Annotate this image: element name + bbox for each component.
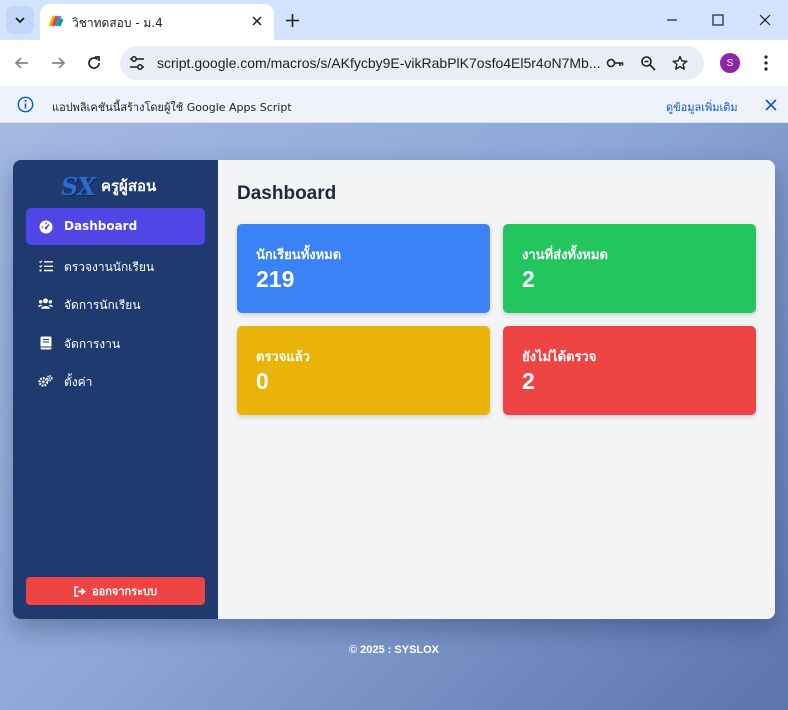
stat-card-label: งานที่ส่งทั้งหมด: [522, 248, 608, 263]
app-container: SX ครูผู้สอน Dashboard ตรวจงานนักเรียน จ…: [13, 160, 775, 619]
sidebar-item-dashboard[interactable]: Dashboard: [26, 208, 205, 245]
checklist-icon: [38, 258, 53, 273]
star-icon[interactable]: [671, 54, 689, 72]
stat-card-total-submitted: งานที่ส่งทั้งหมด 2: [503, 224, 756, 313]
browser-toolbar: script.google.com/macros/s/AKfycby9E-vik…: [0, 40, 788, 86]
stat-card-label: ตรวจแล้ว: [256, 350, 310, 365]
stat-card-total-students: นักเรียนทั้งหมด 219: [237, 224, 490, 313]
sidebar-item-manage-work[interactable]: จัดการงาน: [26, 324, 205, 361]
reload-icon[interactable]: [83, 52, 105, 74]
back-icon[interactable]: [11, 52, 33, 74]
brand-logo: SX: [61, 171, 96, 201]
close-window-icon[interactable]: [753, 8, 777, 32]
sidebar-item-label: จัดการงาน: [64, 337, 121, 351]
stat-card-unchecked: ยังไม่ได้ตรวจ 2: [503, 326, 756, 415]
brand: SX ครูผู้สอน: [61, 171, 157, 201]
page-title: Dashboard: [237, 183, 337, 204]
sidebar-item-settings[interactable]: ตั้งค่า: [26, 362, 205, 399]
page-background: SX ครูผู้สอน Dashboard ตรวจงานนักเรียน จ…: [0, 123, 788, 710]
maximize-icon[interactable]: [706, 8, 730, 32]
sidebar-item-manage-students[interactable]: จัดการนักเรียน: [26, 285, 205, 322]
stat-card-checked: ตรวจแล้ว 0: [237, 326, 490, 415]
plus-icon[interactable]: [282, 10, 302, 30]
profile-avatar[interactable]: S: [720, 53, 740, 73]
tab-search-icon[interactable]: [6, 6, 34, 34]
brand-title: ครูผู้สอน: [100, 177, 157, 195]
gears-icon: [38, 373, 53, 388]
logout-button[interactable]: ออกจากระบบ: [26, 577, 205, 605]
stat-card-value: 219: [256, 266, 295, 292]
stat-card-label: ยังไม่ได้ตรวจ: [522, 350, 597, 365]
menu-dots-icon[interactable]: [756, 52, 776, 74]
info-icon: [17, 96, 34, 113]
main-content: Dashboard นักเรียนทั้งหมด 219 งานที่ส่งท…: [218, 160, 775, 619]
apps-script-favicon-icon: [48, 15, 64, 27]
stat-card-value: 0: [256, 368, 269, 394]
learn-more-link[interactable]: ดูข้อมูลเพิ่มเติม: [666, 98, 738, 116]
stat-card-value: 2: [522, 266, 535, 292]
stat-card-value: 2: [522, 368, 535, 394]
browser-tabstrip: วิชาทดสอบ - ม.4: [0, 0, 788, 40]
sidebar-item-check-work[interactable]: ตรวจงานนักเรียน: [26, 247, 205, 284]
gauge-icon: [38, 219, 53, 234]
tab-title: วิชาทดสอบ - ม.4: [72, 16, 163, 30]
url-text: script.google.com/macros/s/AKfycby9E-vik…: [157, 55, 601, 71]
logout-label: ออกจากระบบ: [92, 585, 157, 598]
sidebar-item-label: จัดการนักเรียน: [64, 298, 141, 312]
sidebar-item-label: ตั้งค่า: [64, 375, 93, 389]
forward-icon[interactable]: [47, 52, 69, 74]
logout-icon: [74, 585, 86, 597]
users-icon: [38, 296, 53, 311]
sidebar-item-label: ตรวจงานนักเรียน: [64, 260, 155, 274]
tune-icon[interactable]: [128, 54, 146, 72]
info-bar: แอปพลิเคชันนี้สร้างโดยผู้ใช้ Google Apps…: [0, 86, 788, 123]
info-message: แอปพลิเคชันนี้สร้างโดยผู้ใช้ Google Apps…: [52, 101, 292, 114]
book-icon: [38, 335, 53, 350]
minimize-icon[interactable]: [660, 8, 684, 32]
key-icon[interactable]: [606, 54, 624, 72]
zoom-icon[interactable]: [639, 54, 657, 72]
stat-card-label: นักเรียนทั้งหมด: [256, 248, 342, 263]
sidebar: SX ครูผู้สอน Dashboard ตรวจงานนักเรียน จ…: [13, 160, 218, 619]
browser-tab[interactable]: วิชาทดสอบ - ม.4: [40, 4, 274, 40]
address-bar[interactable]: script.google.com/macros/s/AKfycby9E-vik…: [120, 46, 704, 80]
close-icon[interactable]: [248, 12, 266, 30]
close-icon[interactable]: [762, 96, 780, 114]
footer-text: © 2025 : SYSLOX: [348, 644, 440, 656]
sidebar-item-label: Dashboard: [64, 219, 138, 233]
